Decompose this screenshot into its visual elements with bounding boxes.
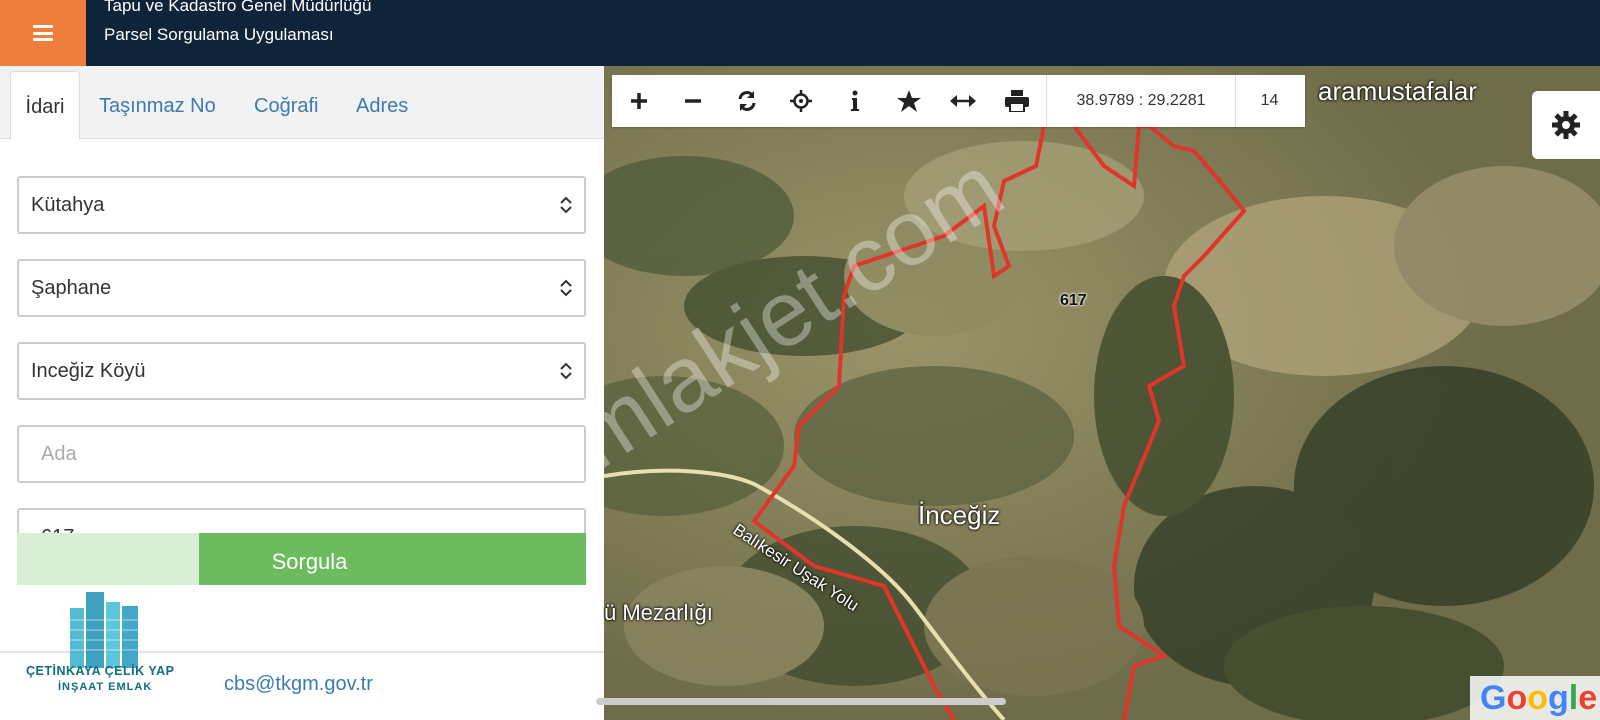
sorgula-label: Sorgula bbox=[271, 549, 348, 574]
map-toolbar: 38.9789 : 29.2281 14 bbox=[612, 75, 1305, 127]
locate-button[interactable] bbox=[774, 75, 828, 127]
map-label-parcel-number: 617 bbox=[1060, 292, 1087, 309]
horizontal-arrows-icon bbox=[950, 95, 976, 107]
minus-icon bbox=[685, 99, 701, 103]
refresh-button[interactable] bbox=[720, 75, 774, 127]
query-tabs: İdari Taşınmaz No Coğrafi Adres bbox=[0, 66, 604, 141]
mahalle-select[interactable]: Inceğiz Köyü bbox=[17, 342, 586, 400]
zoom-in-button[interactable] bbox=[612, 75, 666, 127]
hamburger-menu-button[interactable] bbox=[0, 0, 86, 66]
horizontal-scrollbar[interactable] bbox=[596, 698, 1006, 705]
app-title: Parsel Sorgulama Uygulaması bbox=[104, 25, 334, 44]
updown-chevron-icon bbox=[560, 279, 572, 297]
zoom-out-button[interactable] bbox=[666, 75, 720, 127]
zoom-level-readout: 14 bbox=[1260, 92, 1279, 109]
mahalle-select-value: Inceğiz Köyü bbox=[31, 360, 146, 382]
map-view[interactable]: emlakjet.com Balıkesir Uşak Yolu bbox=[604, 66, 1600, 720]
tab-cografi[interactable]: Coğrafi bbox=[254, 91, 318, 141]
app-header: Tapu ve Kadastro Genel Müdürlüğü Parsel … bbox=[0, 0, 1600, 66]
info-button[interactable] bbox=[828, 75, 882, 127]
tab-idari[interactable]: İdari bbox=[10, 71, 80, 140]
ilce-select-value: Şaphane bbox=[31, 277, 112, 299]
ilce-select[interactable]: Şaphane bbox=[17, 259, 586, 317]
settings-button[interactable] bbox=[1532, 91, 1600, 159]
star-icon bbox=[897, 90, 921, 112]
updown-chevron-icon bbox=[560, 196, 572, 214]
map-label-village-top: aramustafalar bbox=[1318, 76, 1477, 106]
satellite-imagery bbox=[604, 66, 1600, 720]
il-select[interactable]: Kütahya bbox=[17, 176, 586, 234]
gear-icon bbox=[1552, 111, 1580, 139]
hamburger-icon bbox=[33, 25, 53, 41]
print-button[interactable] bbox=[990, 75, 1044, 127]
coordinate-readout: 38.9789 : 29.2281 bbox=[1046, 75, 1236, 127]
crosshair-icon bbox=[790, 90, 812, 112]
favorite-button[interactable] bbox=[882, 75, 936, 127]
tab-tasinmaz-no[interactable]: Taşınmaz No bbox=[99, 91, 216, 141]
printer-icon bbox=[1005, 90, 1029, 112]
info-icon bbox=[851, 90, 859, 111]
app-title-org: Tapu ve Kadastro Genel Müdürlüğü bbox=[104, 0, 372, 15]
updown-chevron-icon bbox=[560, 362, 572, 380]
measure-button[interactable] bbox=[936, 75, 990, 127]
map-label-cemetery: ü Mezarlığı bbox=[604, 600, 713, 625]
logo-text-company: ÇETİNKAYA ÇELİK YAP bbox=[26, 664, 175, 678]
contact-email-link[interactable]: cbs@tkgm.gov.tr bbox=[224, 673, 373, 696]
map-label-village: İnceğiz bbox=[918, 500, 1001, 530]
ada-input[interactable]: Ada bbox=[17, 425, 586, 483]
il-select-value: Kütahya bbox=[31, 194, 105, 216]
refresh-icon bbox=[738, 91, 756, 111]
tab-adres[interactable]: Adres bbox=[356, 91, 408, 141]
plus-icon bbox=[631, 93, 647, 109]
logo-text-sector: İNŞAAT EMLAK bbox=[58, 681, 153, 693]
google-attribution: Google bbox=[1470, 676, 1600, 720]
